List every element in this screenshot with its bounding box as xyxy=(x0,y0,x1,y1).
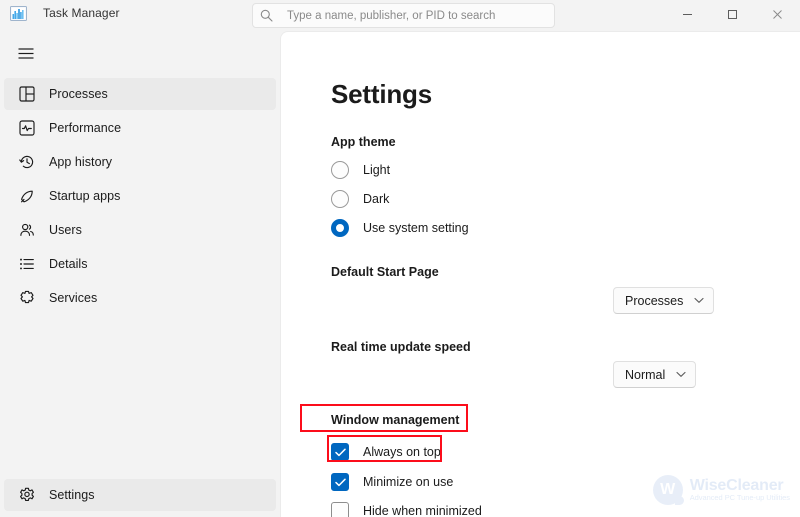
sidebar-item-label: Settings xyxy=(49,488,95,502)
services-icon xyxy=(14,290,40,306)
sidebar-item-label: Services xyxy=(49,291,98,305)
chevron-down-icon xyxy=(676,371,686,378)
radio-indicator xyxy=(331,219,349,237)
watermark-tagline: Advanced PC Tune-up Utilities xyxy=(689,493,790,503)
minimize-button[interactable] xyxy=(665,0,710,28)
sidebar-item-performance[interactable]: Performance xyxy=(4,112,276,144)
gear-icon xyxy=(14,487,40,503)
sidebar-item-processes[interactable]: Processes xyxy=(4,78,276,110)
dropdown-value: Processes xyxy=(625,293,684,308)
radio-dark[interactable]: Dark xyxy=(331,189,389,209)
task-manager-chart-icon xyxy=(8,4,28,22)
details-icon xyxy=(14,256,40,272)
radio-use-system-setting[interactable]: Use system setting xyxy=(331,218,469,238)
search-box[interactable] xyxy=(252,3,555,28)
window-controls xyxy=(665,0,800,28)
checkbox-label: Hide when minimized xyxy=(363,504,482,517)
sidebar-item-label: Users xyxy=(49,223,82,237)
sidebar-nav: Processes Performance App history Startu… xyxy=(0,76,280,316)
settings-content-panel: Settings App theme Light Dark Use system… xyxy=(280,31,800,517)
radio-label: Use system setting xyxy=(363,221,469,235)
users-icon xyxy=(14,222,40,238)
checkbox-hide-when-minimized[interactable]: Hide when minimized xyxy=(331,501,482,517)
radio-light[interactable]: Light xyxy=(331,160,390,180)
radio-label: Light xyxy=(363,163,391,177)
sidebar-item-settings[interactable]: Settings xyxy=(4,479,276,511)
page-title: Settings xyxy=(331,79,432,109)
checkbox-always-on-top[interactable]: Always on top xyxy=(331,442,441,462)
window-management-label: Window management xyxy=(331,413,460,427)
sidebar-item-services[interactable]: Services xyxy=(4,282,276,314)
dropdown-value: Normal xyxy=(625,367,666,382)
watermark-name: WiseCleaner xyxy=(689,476,784,494)
sidebar-item-app-history[interactable]: App history xyxy=(4,146,276,178)
sidebar-item-label: Performance xyxy=(49,121,122,135)
radio-indicator xyxy=(331,190,349,208)
update-speed-dropdown[interactable]: Normal xyxy=(613,361,697,388)
checkbox-minimize-on-use[interactable]: Minimize on use xyxy=(331,472,453,492)
wisecleaner-watermark: W WiseCleaner Advanced PC Tune-up Utilit… xyxy=(652,475,790,505)
sidebar-item-startup-apps[interactable]: Startup apps xyxy=(4,180,276,212)
app-theme-label: App theme xyxy=(331,135,396,149)
update-speed-label: Real time update speed xyxy=(331,340,471,354)
sidebar-bottom: Settings xyxy=(0,477,280,513)
search-input[interactable] xyxy=(279,4,554,27)
sidebar-item-label: App history xyxy=(49,155,113,169)
checkbox-indicator xyxy=(331,443,349,461)
radio-indicator xyxy=(331,161,349,179)
sidebar-item-label: Startup apps xyxy=(49,189,121,203)
sidebar-item-users[interactable]: Users xyxy=(4,214,276,246)
processes-icon xyxy=(14,86,40,102)
maximize-button[interactable] xyxy=(710,0,755,28)
hamburger-menu-icon[interactable] xyxy=(6,38,46,70)
app-title: Task Manager xyxy=(43,6,120,20)
checkbox-indicator xyxy=(331,473,349,491)
sidebar-item-label: Processes xyxy=(49,87,108,101)
sidebar-item-label: Details xyxy=(49,257,88,271)
radio-label: Dark xyxy=(363,192,390,206)
chevron-down-icon xyxy=(694,297,704,304)
checkbox-label: Always on top xyxy=(363,445,441,459)
app-history-icon xyxy=(14,154,40,170)
default-start-page-dropdown[interactable]: Processes xyxy=(613,287,715,314)
sidebar-item-details[interactable]: Details xyxy=(4,248,276,280)
default-start-page-label: Default Start Page xyxy=(331,265,439,279)
performance-icon xyxy=(14,120,40,136)
search-icon xyxy=(253,9,279,22)
startup-apps-icon xyxy=(14,188,40,204)
close-button[interactable] xyxy=(755,0,800,28)
checkbox-label: Minimize on use xyxy=(363,475,454,489)
title-bar: Task Manager xyxy=(0,0,800,28)
watermark-badge-icon: W xyxy=(652,475,684,505)
sidebar: Processes Performance App history Startu… xyxy=(0,28,280,517)
checkbox-indicator xyxy=(331,502,349,517)
